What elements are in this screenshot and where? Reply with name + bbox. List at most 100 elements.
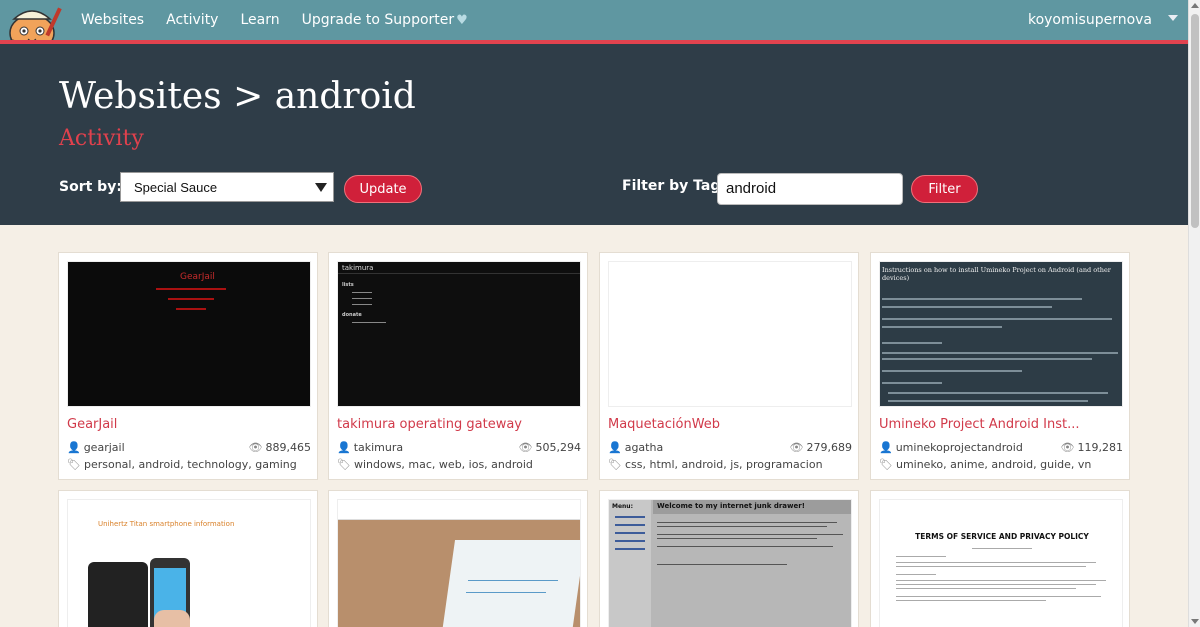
site-card[interactable]: Menu: Welcome to my internet junk drawer…: [599, 490, 859, 627]
thumb-line: [896, 556, 946, 557]
thumb-title: GearJail: [180, 272, 215, 282]
site-tags[interactable]: 🏷 umineko, anime, android, guide, vn: [879, 458, 1091, 471]
site-card[interactable]: MaquetaciónWeb 👤 agatha 👁 279,689 🏷 css, ht…: [599, 252, 859, 480]
site-owner[interactable]: 👤 uminekoprojectandroid: [879, 441, 1023, 454]
nav-links: Websites Activity Learn Upgrade to Suppo…: [81, 0, 490, 40]
thumb-section: lists: [342, 282, 354, 288]
site-owner[interactable]: 👤 agatha: [608, 441, 663, 454]
site-title[interactable]: MaquetaciónWeb: [608, 417, 720, 432]
filter-button[interactable]: Filter: [911, 175, 978, 203]
scrollbar-thumb[interactable]: [1191, 14, 1199, 228]
thumb-line: [882, 326, 1002, 328]
thumb-title: Welcome to my internet junk drawer!: [653, 500, 851, 514]
site-screenshot[interactable]: TERMS OF SERVICE AND PRIVACY POLICY: [879, 499, 1123, 627]
thumb-line: [882, 358, 1092, 360]
thumb-line: [896, 600, 1046, 601]
activity-link[interactable]: Activity: [59, 126, 144, 151]
thumb-line: [882, 318, 1112, 320]
site-card[interactable]: Unihertz Titan smartphone information: [58, 490, 318, 627]
thumb-line: [896, 566, 1086, 567]
eye-icon: 👁: [1060, 441, 1075, 454]
site-screenshot[interactable]: [608, 261, 852, 407]
thumb-line: [466, 592, 546, 593]
site-screenshot[interactable]: Menu: Welcome to my internet junk drawer…: [608, 499, 852, 627]
site-screenshot[interactable]: Instructions on how to install Umineko P…: [879, 261, 1123, 407]
thumb-line: [896, 580, 1106, 581]
thumb-line: [657, 564, 787, 565]
site-tags-list: windows, mac, web, ios, android: [353, 458, 533, 471]
site-screenshot[interactable]: [337, 499, 581, 627]
page-header: Websites > android Activity Sort by: Spe…: [0, 44, 1188, 225]
thumb-line: [352, 292, 372, 293]
site-card[interactable]: GearJail GearJail 👤 gearjail 👁 889,465 🏷 pe…: [58, 252, 318, 480]
sort-select[interactable]: Special Sauce: [120, 172, 334, 202]
site-card[interactable]: [328, 490, 588, 627]
nav-activity[interactable]: Activity: [166, 12, 218, 28]
thumb-navbar: [338, 500, 580, 520]
tag-icon: 🏷: [879, 458, 893, 471]
site-tags[interactable]: 🏷 personal, android, technology, gaming: [67, 458, 297, 471]
site-owner-name: gearjail: [83, 441, 125, 454]
thumb-line: [972, 548, 1032, 549]
update-button[interactable]: Update: [344, 175, 422, 203]
page-title: Websites > android: [59, 76, 416, 117]
tag-icon: 🏷: [67, 458, 81, 471]
thumb-line: [888, 400, 1088, 402]
site-views-count: 119,281: [1077, 441, 1124, 454]
site-card[interactable]: takimura lists donate takimura operating…: [328, 252, 588, 480]
filter-label: Filter by Tag:: [622, 178, 726, 194]
tag-icon: 🏷: [337, 458, 351, 471]
thumb-line: [888, 392, 1108, 394]
tag-filter-input[interactable]: android: [717, 173, 903, 205]
thumb-line: [882, 382, 942, 384]
site-screenshot[interactable]: GearJail: [67, 261, 311, 407]
site-card[interactable]: TERMS OF SERVICE AND PRIVACY POLICY: [870, 490, 1130, 627]
site-tags-list: umineko, anime, android, guide, vn: [895, 458, 1092, 471]
nav-upgrade-label: Upgrade to Supporter: [301, 12, 455, 28]
thumb-menu-label: Menu:: [612, 503, 633, 510]
nav-upgrade[interactable]: Upgrade to Supporter ♥: [302, 12, 468, 28]
chevron-down-icon[interactable]: [1168, 15, 1178, 21]
dropdown-arrow-icon: [315, 183, 327, 192]
site-views-count: 505,294: [535, 441, 582, 454]
thumb-line: [657, 522, 837, 523]
site-tags[interactable]: 🏷 css, html, android, js, programacion: [608, 458, 823, 471]
thumb-line: [468, 580, 558, 581]
site-views: 👁 505,294: [519, 441, 581, 454]
site-title[interactable]: GearJail: [67, 417, 117, 432]
thumb-line: [882, 298, 1082, 300]
thumb-title: Unihertz Titan smartphone information: [98, 520, 235, 528]
tag-icon: 🏷: [608, 458, 622, 471]
site-owner[interactable]: 👤 takimura: [337, 441, 403, 454]
thumb-line: [882, 306, 1052, 308]
site-card[interactable]: Instructions on how to install Umineko P…: [870, 252, 1130, 480]
sort-select-value: Special Sauce: [134, 180, 218, 195]
scroll-down-arrow-icon[interactable]: [1191, 619, 1199, 624]
thumb-menu-item: [615, 540, 645, 542]
page-scrollbar[interactable]: [1188, 0, 1200, 627]
scroll-up-arrow-icon[interactable]: [1191, 3, 1199, 8]
thumb-title: takimura: [338, 262, 580, 274]
thumb-line: [882, 370, 1022, 372]
thumb-line: [176, 308, 206, 310]
site-title[interactable]: takimura operating gateway: [337, 417, 522, 432]
top-nav: Websites Activity Learn Upgrade to Suppo…: [0, 0, 1188, 52]
nav-learn[interactable]: Learn: [240, 12, 279, 28]
site-owner[interactable]: 👤 gearjail: [67, 441, 125, 454]
site-screenshot[interactable]: takimura lists donate: [337, 261, 581, 407]
thumb-line: [657, 546, 833, 547]
site-screenshot[interactable]: Unihertz Titan smartphone information: [67, 499, 311, 627]
site-title[interactable]: Umineko Project Android Inst...: [879, 417, 1080, 432]
thumb-title: TERMS OF SERVICE AND PRIVACY POLICY: [915, 532, 1089, 541]
hand-image: [154, 610, 190, 627]
site-views-count: 889,465: [265, 441, 312, 454]
thumb-line: [896, 574, 936, 575]
nav-websites[interactable]: Websites: [81, 12, 144, 28]
site-owner-name: takimura: [353, 441, 404, 454]
user-icon: 👤: [67, 441, 81, 454]
site-tags[interactable]: 🏷 windows, mac, web, ios, android: [337, 458, 533, 471]
site-owner-name: agatha: [624, 441, 664, 454]
thumb-line: [156, 288, 226, 290]
user-menu[interactable]: koyomisupernova: [1028, 0, 1152, 40]
thumb-menu-item: [615, 524, 645, 526]
